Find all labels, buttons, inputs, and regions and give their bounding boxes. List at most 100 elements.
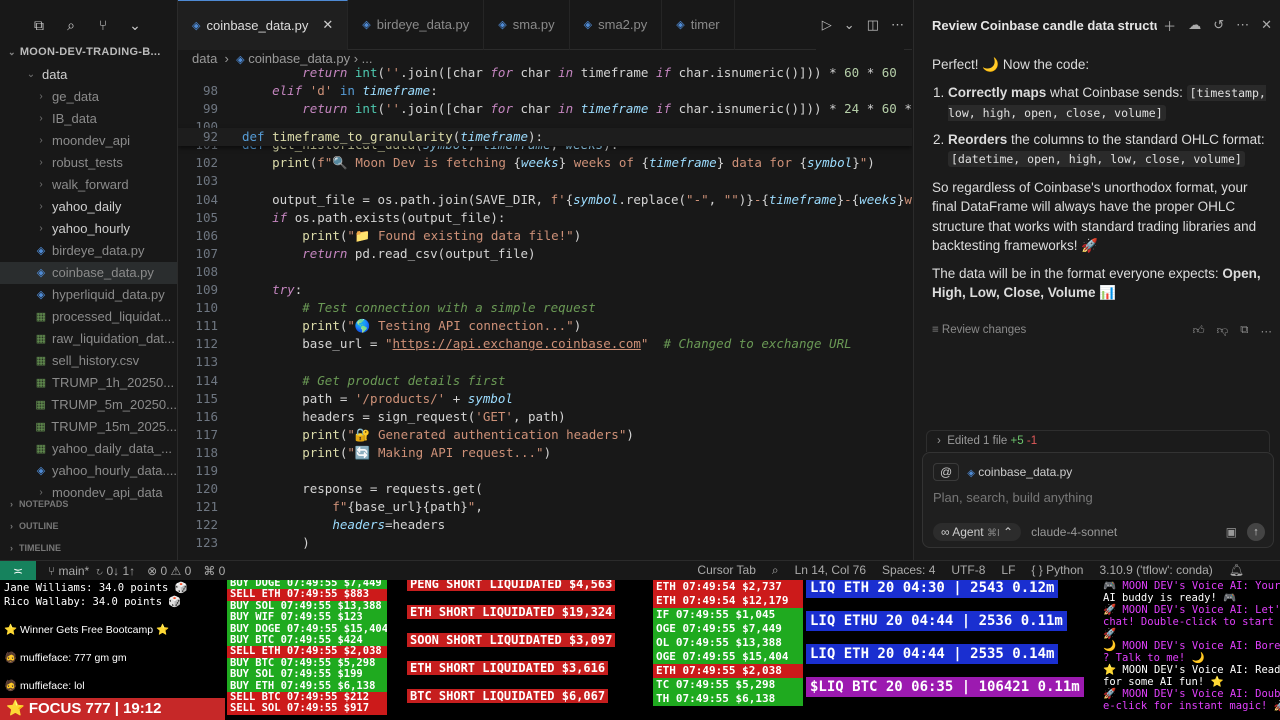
tab-label: sma.py — [512, 17, 555, 32]
file-item[interactable]: ▦ raw_liquidation_dat... — [0, 328, 177, 350]
file-item[interactable]: ▦ sell_history.csv — [0, 350, 177, 372]
encoding-status[interactable]: UTF-8 — [951, 563, 985, 578]
eol-status[interactable]: LF — [1001, 563, 1015, 578]
repo-title[interactable]: ⌄ MOON-DEV-TRADING-B... — [8, 46, 178, 58]
trade-row: OGE 07:49:55 $7,449 — [653, 622, 803, 636]
sticky-scroll-line[interactable]: 92 def timeframe_to_granularity(timeframe… — [178, 128, 912, 146]
tree-item-label: yahoo_daily_data_... — [52, 441, 172, 456]
problems-status[interactable]: ⊗ 0 ⚠ 0 — [147, 564, 191, 578]
mode-label: Agent — [952, 525, 984, 539]
voice-ai-line: 🎮 MOON DEV's Voice AI: Your — [1103, 580, 1280, 592]
file-item[interactable]: ▦ processed_liquidat... — [0, 306, 177, 328]
tree-item-label: yahoo_hourly_data.... — [51, 463, 177, 478]
cursor-position[interactable]: Ln 14, Col 76 — [795, 563, 866, 578]
chat-input[interactable] — [933, 487, 1263, 507]
cloud-icon[interactable]: ☁ — [1188, 17, 1201, 33]
cursor-tab-status[interactable]: Cursor Tab — [697, 563, 755, 578]
remote-icon[interactable]: ≍ — [0, 560, 36, 581]
file-item[interactable]: ◈ coinbase_data.py — [0, 262, 177, 284]
copy-icon[interactable]: ⧉ — [1240, 324, 1248, 338]
file-item[interactable]: ▦ yahoo_daily_data_... — [0, 438, 177, 460]
branch-status[interactable]: ⑂ main* ↻ 0↓ 1↑ — [48, 564, 135, 578]
folder-item[interactable]: › moondev_api — [0, 130, 177, 152]
language-status[interactable]: { } Python — [1031, 563, 1083, 578]
search-icon[interactable]: ⌕ — [62, 17, 80, 34]
review-changes-button[interactable]: ≡ Review changes — [932, 324, 1026, 338]
folder-item[interactable]: › yahoo_daily — [0, 196, 177, 218]
file-item[interactable]: ▦ TRUMP_1h_20250... — [0, 372, 177, 394]
line-number: 102 — [195, 155, 218, 171]
tab-timer[interactable]: ◈ timer — [662, 0, 735, 50]
model-selector[interactable]: claude-4-sonnet — [1031, 525, 1117, 539]
section-outline[interactable]: › OUTLINE — [0, 515, 177, 537]
history-icon[interactable]: ↺ — [1213, 17, 1224, 33]
ports-status[interactable]: ⌘ 0 — [203, 564, 225, 578]
image-icon[interactable]: ▣ — [1226, 525, 1237, 539]
chat-title[interactable]: Review Coinbase candle data structu — [932, 18, 1157, 33]
chevron-right-icon: › — [39, 223, 43, 234]
tab-birdeye-data[interactable]: ◈ birdeye_data.py — [348, 0, 485, 50]
chat-list: Correctly maps what Coinbase sends: [tim… — [932, 83, 1272, 170]
interpreter-status[interactable]: 3.10.9 ('tflow': conda) — [1099, 563, 1212, 578]
tab-coinbase-data[interactable]: ◈ coinbase_data.py ✕ — [178, 0, 349, 50]
branch-icon[interactable]: ⑂ — [94, 17, 112, 33]
code-line: 115 path = '/products/' + symbol — [178, 390, 912, 408]
folder-item[interactable]: › IB_data — [0, 108, 177, 130]
indentation-status[interactable]: Spaces: 4 — [882, 563, 935, 578]
python-file-icon: ◈ — [498, 19, 507, 31]
file-item[interactable]: ◈ birdeye_data.py — [0, 240, 177, 262]
line-number: 119 — [195, 462, 218, 478]
code-line: 118 print("🔄 Making API request...") — [178, 444, 912, 462]
folder-item[interactable]: › yahoo_hourly — [0, 218, 177, 240]
more-icon[interactable]: ⋯ — [1236, 17, 1249, 33]
send-icon[interactable]: ↑ — [1247, 523, 1265, 541]
chevron-right-icon: › — [39, 135, 43, 146]
close-icon[interactable]: ✕ — [1261, 17, 1272, 33]
section-notepads[interactable]: › NOTEPADS — [0, 493, 177, 515]
file-item[interactable]: ◈ yahoo_hourly_data.... — [0, 460, 177, 482]
section-timeline[interactable]: › TIMELINE — [0, 537, 177, 559]
chevron-right-icon: › — [39, 91, 43, 102]
thumbs-down-icon[interactable]: 👎︎ — [1217, 324, 1229, 338]
status-right: Cursor Tab ⌕ Ln 14, Col 76 Spaces: 4 UTF… — [697, 563, 1280, 578]
file-item[interactable]: ◈ hyperliquid_data.py — [0, 284, 177, 306]
chevron-down-icon[interactable]: ⌄ — [126, 17, 144, 34]
voice-ai-line: 🌙 MOON DEV's Voice AI: Bore — [1103, 640, 1280, 652]
context-file-chip[interactable]: ◈ coinbase_data.py — [967, 465, 1072, 479]
mode-selector[interactable]: ∞ Agent ⌘I ⌃ — [933, 523, 1022, 541]
run-icon[interactable]: ▷ — [822, 17, 832, 33]
code-line: 111 print("🌎 Testing API connection...") — [178, 317, 912, 335]
folder-data[interactable]: ⌄ data — [0, 64, 177, 86]
edited-files-bar[interactable]: › Edited 1 file +5 -1 — [926, 430, 1270, 452]
text: what Coinbase sends: — [1046, 84, 1187, 100]
split-editor-icon[interactable]: ◫ — [867, 17, 879, 33]
file-item[interactable]: ▦ TRUMP_15m_2025... — [0, 416, 177, 438]
plus-icon[interactable]: ＋ — [1163, 16, 1176, 35]
tab-sma2[interactable]: ◈ sma2.py — [570, 0, 663, 50]
folder-item[interactable]: › walk_forward — [0, 174, 177, 196]
code-line: return int(''.join([char for char in tim… — [302, 65, 897, 80]
code-editor[interactable]: 92 def timeframe_to_granularity(timeframe… — [178, 64, 912, 560]
trade-row: IF 07:49:55 $1,045 — [653, 608, 803, 622]
bell-icon[interactable]: 🔔︎ — [1229, 563, 1244, 578]
mention-icon[interactable]: @ — [933, 463, 960, 481]
more-icon[interactable]: ⋯ — [1261, 324, 1273, 338]
folder-item[interactable]: › ge_data — [0, 86, 177, 108]
files-icon[interactable]: ⧉ — [30, 17, 48, 34]
folder-item[interactable]: › robust_tests — [0, 152, 177, 174]
tab-sma[interactable]: ◈ sma.py — [484, 0, 570, 50]
stream-chat-rows: Jane Williams: 34.0 points 🎲 Rico Wallaby… — [0, 580, 225, 693]
section-label: NOTEPADS — [19, 499, 69, 509]
python-file-icon: ◈ — [36, 267, 46, 279]
chevron-down-icon[interactable]: ⌄ — [844, 17, 855, 33]
line-number: 109 — [195, 282, 218, 298]
line-number: 116 — [195, 408, 218, 424]
more-icon[interactable]: ⋯ — [891, 17, 904, 33]
tree-item-label: TRUMP_5m_20250... — [51, 397, 177, 412]
zoom-icon[interactable]: ⌕ — [772, 563, 779, 578]
file-item[interactable]: ▦ TRUMP_5m_20250... — [0, 394, 177, 416]
close-icon[interactable]: ✕ — [322, 17, 333, 33]
explorer-sidebar: ⧉ ⌕ ⑂ ⌄ ⌄ MOON-DEV-TRADING-B... ⌄ data › ge… — [0, 0, 178, 560]
thumbs-up-icon[interactable]: 👍︎ — [1193, 324, 1205, 338]
liquidation-row: BTC SHORT LIQUIDATED $6,067 — [407, 689, 609, 703]
